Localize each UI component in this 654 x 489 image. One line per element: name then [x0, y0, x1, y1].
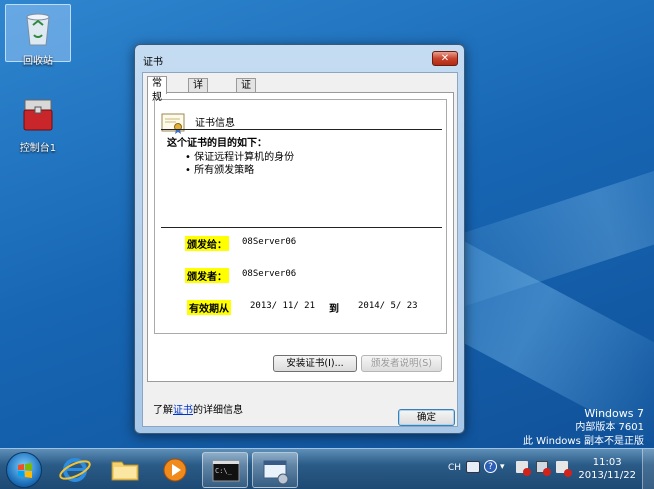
certificate-info-panel: 证书信息 这个证书的目的如下： • 保证远程计算机的身份 • 所有颁发策略 颁发…	[154, 99, 447, 334]
cert-info-title: 证书信息	[195, 118, 235, 129]
valid-to-label: 到	[329, 304, 339, 315]
divider	[161, 227, 442, 228]
show-desktop-button[interactable]	[642, 449, 654, 489]
taskbar-mmc[interactable]	[252, 452, 298, 488]
tab-details[interactable]: 详细信息	[188, 78, 208, 133]
tray-options-icon[interactable]: ▾	[500, 462, 505, 472]
command-prompt-icon: C:\_	[212, 460, 240, 482]
taskbar: C:\_ CH ? ▾ 11:03 2013/11/22	[0, 448, 654, 489]
close-button[interactable]: ✕	[432, 51, 458, 66]
start-button[interactable]	[6, 452, 42, 488]
learn-suffix: 的详细信息	[193, 405, 243, 416]
language-indicator[interactable]: CH	[448, 463, 461, 473]
valid-to-value: 2014/ 5/ 23	[358, 301, 418, 311]
dialog-title: 证书	[143, 57, 163, 68]
action-center-icon[interactable]	[516, 461, 531, 476]
purpose-heading: 这个证书的目的如下：	[167, 138, 267, 149]
windows-logo-icon	[18, 463, 32, 478]
clock-time: 11:03	[592, 457, 622, 468]
windows-watermark: Windows 7 内部版本 7601 此 Windows 副本不是正版	[523, 407, 644, 449]
desktop-icon-label: 回收站	[23, 56, 53, 67]
internet-explorer-icon	[59, 458, 91, 482]
clock[interactable]: 11:03 2013/11/22	[578, 456, 636, 482]
ok-button[interactable]: 确定	[398, 409, 455, 426]
tab-cert-path[interactable]: 证书路径	[236, 78, 256, 133]
certificate-dialog: 证书 ✕ 常规 详细信息 证书路径 证书信息 这个证书的目的如下： • 保证远程…	[134, 44, 465, 434]
management-console-icon	[263, 460, 289, 485]
purpose-item: • 所有颁发策略	[185, 165, 255, 176]
taskbar-explorer[interactable]	[102, 452, 148, 488]
taskbar-ie[interactable]	[52, 452, 98, 488]
learn-prefix: 了解	[153, 405, 173, 416]
help-icon[interactable]: ?	[484, 460, 497, 473]
desktop-icon-recycle-bin[interactable]: 回收站	[5, 4, 71, 67]
clock-date: 2013/11/22	[578, 470, 636, 481]
issued-by-value: 08Server06	[242, 269, 297, 279]
recycle-bin-icon	[26, 13, 50, 46]
media-player-icon	[163, 458, 187, 482]
system-tray: CH ? ▾ 11:03 2013/11/22	[440, 449, 654, 489]
certificate-icon	[161, 113, 185, 134]
divider	[161, 129, 442, 130]
taskbar-cmd[interactable]: C:\_	[202, 452, 248, 488]
watermark-line: 内部版本 7601	[575, 422, 644, 433]
general-tab-page: 证书信息 这个证书的目的如下： • 保证远程计算机的身份 • 所有颁发策略 颁发…	[147, 92, 454, 382]
folder-icon	[111, 461, 139, 481]
svg-text:C:\_: C:\_	[215, 467, 233, 475]
watermark-line: Windows 7	[584, 407, 644, 420]
network-icon[interactable]	[536, 461, 551, 476]
issued-by-label: 颁发者：	[185, 268, 229, 283]
taskbar-media-player[interactable]	[152, 452, 198, 488]
issuer-statement-button[interactable]: 颁发者说明(S)	[361, 355, 442, 372]
issued-to-label: 颁发给：	[185, 236, 229, 251]
toolbox-icon	[23, 99, 53, 131]
volume-icon[interactable]	[556, 461, 572, 477]
desktop-icon-label: 控制台1	[19, 143, 57, 154]
learn-more-text: 了解证书的详细信息	[153, 401, 243, 416]
keyboard-icon[interactable]	[466, 461, 480, 473]
issued-to-value: 08Server06	[242, 237, 297, 247]
certificate-link[interactable]: 证书	[173, 405, 193, 416]
valid-from-value: 2013/ 11/ 21	[250, 301, 316, 311]
valid-from-label: 有效期从	[187, 300, 231, 315]
watermark-line: 此 Windows 副本不是正版	[523, 436, 644, 447]
dialog-client: 常规 详细信息 证书路径 证书信息 这个证书的目的如下： • 保证远程计算机的身…	[142, 72, 458, 427]
tab-general[interactable]: 常规	[147, 76, 167, 103]
desktop-icon-console[interactable]: 控制台1	[5, 92, 71, 154]
install-certificate-button[interactable]: 安装证书(I)...	[273, 355, 357, 372]
